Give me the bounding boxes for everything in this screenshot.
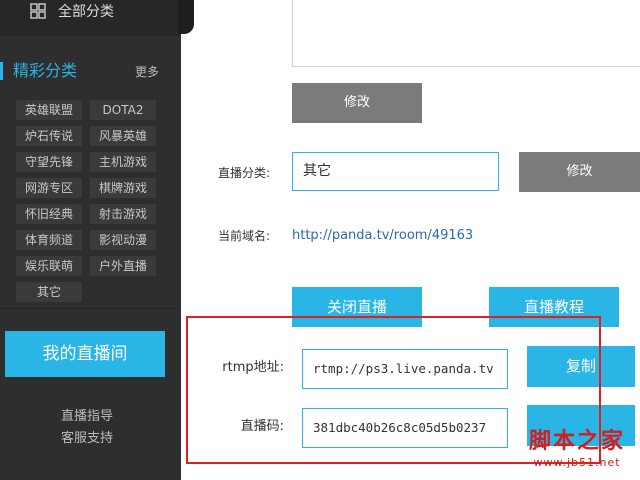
category-input[interactable]: 其它 <box>292 152 499 191</box>
category-item[interactable]: 体育频道 <box>16 230 82 250</box>
category-item[interactable]: 网游专区 <box>16 178 82 198</box>
sidebar-topbar: 全部分类 <box>0 0 181 36</box>
grid-icon <box>30 3 46 19</box>
all-categories-link[interactable]: 全部分类 <box>30 0 114 22</box>
category-item[interactable]: 炉石传说 <box>16 126 82 146</box>
category-item[interactable]: DOTA2 <box>90 100 156 120</box>
category-item[interactable]: 影视动漫 <box>90 230 156 250</box>
stream-code-input[interactable]: 381dbc40b26c8c05d5b0237 <box>302 408 508 448</box>
category-item[interactable]: 户外直播 <box>90 256 156 276</box>
live-guide-link[interactable]: 直播指导 <box>0 405 174 424</box>
modify-category-button[interactable]: 修改 <box>519 152 640 192</box>
site-watermark: 脚本之家 www.jb51.net <box>512 426 640 480</box>
category-item[interactable]: 守望先锋 <box>16 152 82 172</box>
category-grid: 英雄联盟 DOTA2 炉石传说 风暴英雄 守望先锋 主机游戏 网游专区 棋牌游戏… <box>16 100 156 302</box>
watermark-url: www.jb51.net <box>533 456 621 469</box>
category-item[interactable]: 主机游戏 <box>90 152 156 172</box>
category-label: 直播分类: <box>217 166 270 180</box>
sidebar-divider <box>0 308 181 309</box>
description-textarea[interactable] <box>292 0 640 67</box>
more-link[interactable]: 更多 <box>135 63 159 81</box>
live-tutorial-button[interactable]: 直播教程 <box>489 287 619 327</box>
category-item[interactable]: 娱乐联萌 <box>16 256 82 276</box>
rtmp-label: rtmp地址: <box>222 360 284 375</box>
room-url-link[interactable]: http://panda.tv/room/49163 <box>292 227 473 245</box>
category-item[interactable]: 射击游戏 <box>90 204 156 224</box>
sidebar: 全部分类 精彩分类 更多 英雄联盟 DOTA2 炉石传说 风暴英雄 守望先锋 主… <box>0 0 181 480</box>
section-accent-bar <box>0 62 3 80</box>
my-live-room-button[interactable]: 我的直播间 <box>5 331 165 377</box>
featured-categories-header: 精彩分类 更多 <box>0 60 181 82</box>
close-live-button[interactable]: 关闭直播 <box>292 287 422 327</box>
customer-support-link[interactable]: 客服支持 <box>0 427 174 446</box>
category-item[interactable]: 棋牌游戏 <box>90 178 156 198</box>
sidebar-edge-tab <box>178 0 194 34</box>
domain-label: 当前域名: <box>217 229 270 243</box>
watermark-text: 脚本之家 <box>528 428 625 454</box>
rtmp-address-input[interactable]: rtmp://ps3.live.panda.tv <box>302 349 508 389</box>
category-item[interactable]: 其它 <box>16 282 82 302</box>
category-item[interactable]: 英雄联盟 <box>16 100 82 120</box>
copy-rtmp-button[interactable]: 复制 <box>527 346 635 387</box>
stream-code-label: 直播码: <box>240 419 284 434</box>
category-item[interactable]: 风暴英雄 <box>90 126 156 146</box>
category-item[interactable]: 怀旧经典 <box>16 204 82 224</box>
modify-description-button[interactable]: 修改 <box>292 83 422 123</box>
all-categories-label: 全部分类 <box>58 4 114 20</box>
section-title: 精彩分类 <box>13 61 78 80</box>
